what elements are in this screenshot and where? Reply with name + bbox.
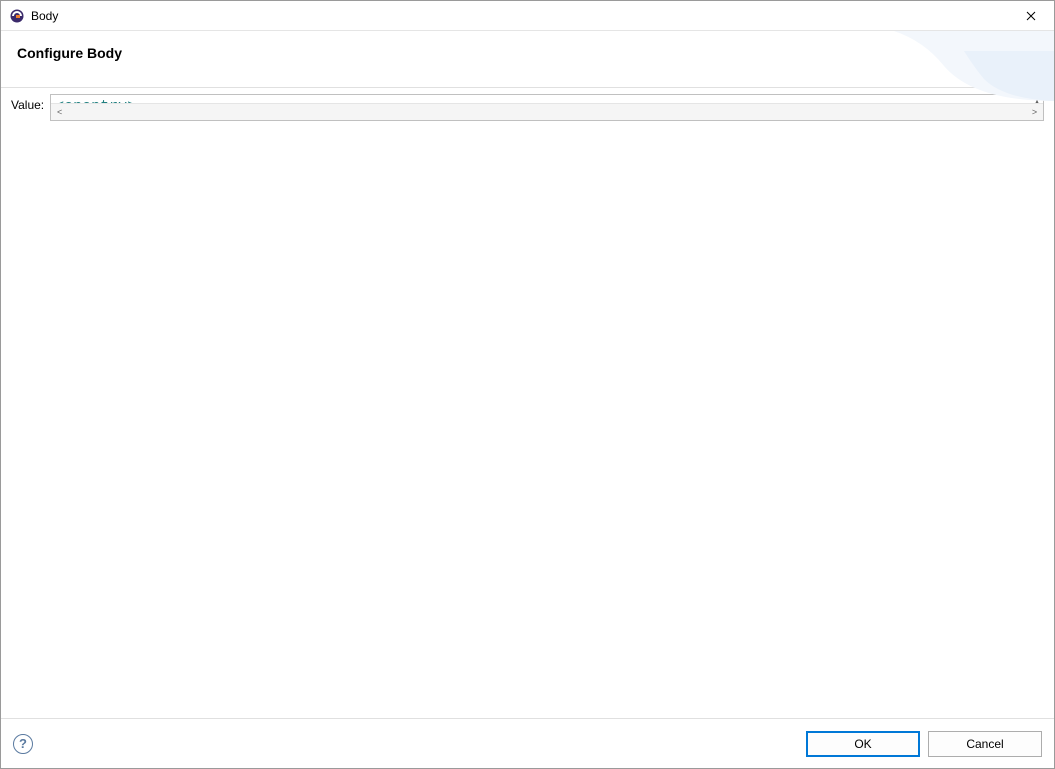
titlebar: Body: [1, 1, 1054, 31]
window-title: Body: [31, 9, 58, 23]
content-area: Value: <onentry> <!-- optional executabl…: [1, 88, 1054, 718]
code-editor[interactable]: <onentry> <!-- optional executable conte…: [50, 94, 1044, 121]
button-bar: ? OK Cancel: [1, 718, 1054, 768]
code-editor-viewport[interactable]: <onentry> <!-- optional executable conte…: [51, 95, 1043, 103]
ok-button[interactable]: OK: [806, 731, 920, 757]
app-icon: [9, 8, 25, 24]
dialog-window: Body Configure Body Value: <onentry> <!-…: [0, 0, 1055, 769]
vertical-scrollbar[interactable]: ▴: [1031, 95, 1043, 103]
help-icon[interactable]: ?: [13, 734, 33, 754]
scroll-up-icon[interactable]: ▴: [1031, 95, 1043, 103]
cancel-button[interactable]: Cancel: [928, 731, 1042, 757]
close-button[interactable]: [1008, 1, 1054, 31]
dialog-header: Configure Body: [1, 31, 1054, 88]
page-title: Configure Body: [17, 45, 1038, 61]
code-text[interactable]: <onentry> <!-- optional executable conte…: [55, 97, 1039, 103]
scroll-left-icon[interactable]: <: [51, 104, 68, 121]
value-label: Value:: [11, 94, 44, 112]
value-field-row: Value: <onentry> <!-- optional executabl…: [11, 94, 1044, 718]
horizontal-scrollbar[interactable]: < >: [51, 103, 1043, 120]
scroll-right-icon[interactable]: >: [1026, 104, 1043, 121]
